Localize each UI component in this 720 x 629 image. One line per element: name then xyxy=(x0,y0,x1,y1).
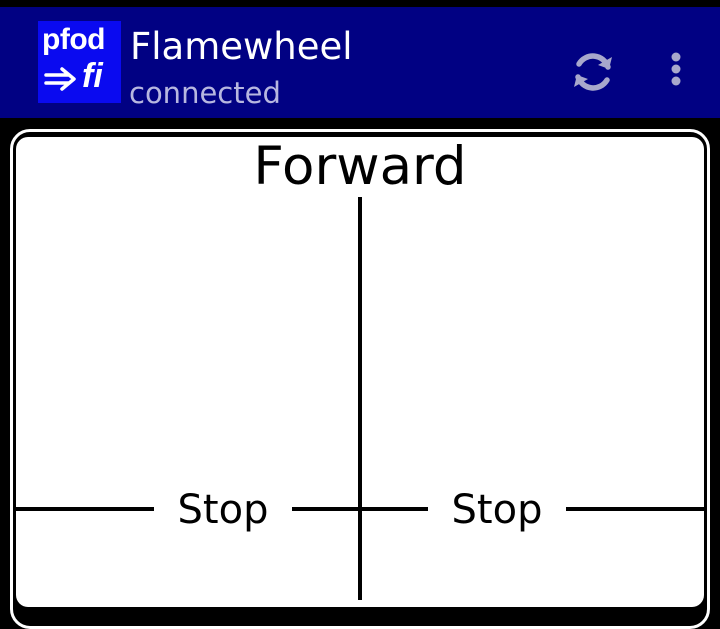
horizontal-divider-left xyxy=(16,507,154,511)
vertical-divider xyxy=(358,197,362,600)
refresh-icon[interactable] xyxy=(568,47,618,97)
app-bar: pfod fi Flamewheel connected xyxy=(0,7,720,118)
horizontal-divider-center xyxy=(292,507,428,511)
logo-top-text: pfod xyxy=(42,23,105,56)
logo-bottom-text: fi xyxy=(82,57,103,95)
right-stop-label: Stop xyxy=(451,487,543,533)
forward-label: Forward xyxy=(253,136,467,197)
connection-status: connected xyxy=(129,76,281,110)
status-bar xyxy=(0,0,720,7)
arrow-right-icon xyxy=(44,67,76,91)
app-title: Flamewheel xyxy=(130,25,353,68)
overflow-menu-icon[interactable] xyxy=(664,47,688,97)
pfod-logo: pfod fi xyxy=(38,21,121,103)
horizontal-divider-right xyxy=(566,507,704,511)
left-stop-label: Stop xyxy=(177,487,269,533)
